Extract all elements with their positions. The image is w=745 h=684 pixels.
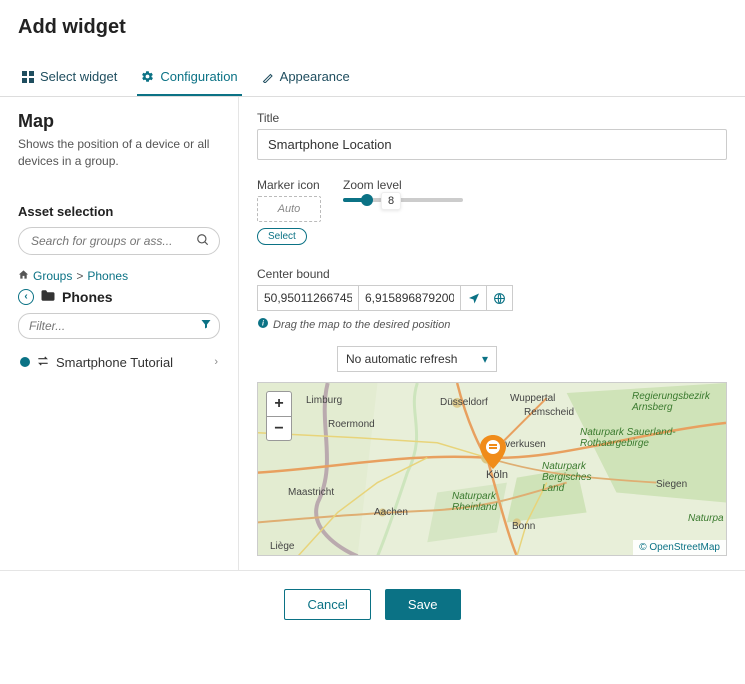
swap-icon <box>36 355 50 370</box>
tab-configuration[interactable]: Configuration <box>137 59 241 96</box>
widget-type-name: Map <box>18 111 220 132</box>
select-marker-button[interactable]: Select <box>257 228 307 245</box>
asset-selection-label: Asset selection <box>18 204 220 219</box>
breadcrumb-root[interactable]: Groups <box>33 269 72 283</box>
tab-label: Select widget <box>40 69 117 84</box>
brush-icon <box>262 71 274 83</box>
zoom-slider[interactable] <box>343 198 463 202</box>
center-bound-label: Center bound <box>257 267 727 281</box>
filter-icon[interactable] <box>200 318 212 333</box>
zoom-label: Zoom level <box>343 178 463 192</box>
map-marker-icon[interactable] <box>480 435 506 472</box>
breadcrumb-sep: > <box>76 269 83 283</box>
chevron-down-icon: ▾ <box>482 352 488 366</box>
lat-input[interactable] <box>257 285 359 311</box>
back-icon[interactable]: ‹ <box>18 289 34 305</box>
group-header[interactable]: ‹ Phones <box>18 289 220 305</box>
breadcrumb: Groups > Phones <box>18 269 220 283</box>
center-hint: Drag the map to the desired position <box>273 319 450 331</box>
chevron-right-icon: › <box>214 356 218 368</box>
tab-appearance[interactable]: Appearance <box>258 59 354 96</box>
map-zoom-control: + − <box>266 391 292 441</box>
zoom-out-button[interactable]: − <box>267 416 291 440</box>
map[interactable]: + − Limburg Roermond Düsseldorf Wupperta… <box>257 382 727 556</box>
globe-button[interactable] <box>487 285 513 311</box>
zoom-in-button[interactable]: + <box>267 392 291 416</box>
tab-select-widget[interactable]: Select widget <box>18 59 121 96</box>
list-item-label: Smartphone Tutorial <box>56 355 173 370</box>
breadcrumb-current[interactable]: Phones <box>87 269 128 283</box>
locate-button[interactable] <box>461 285 487 311</box>
marker-icon-preview: Auto <box>257 196 321 222</box>
radio-selected-icon <box>20 357 30 367</box>
refresh-select[interactable]: No automatic refresh ▾ <box>337 346 497 372</box>
map-attribution[interactable]: © OpenStreetMap <box>633 540 726 555</box>
cancel-button[interactable]: Cancel <box>284 589 370 620</box>
title-label: Title <box>257 111 727 125</box>
tab-label: Configuration <box>160 69 237 84</box>
lng-input[interactable] <box>359 285 461 311</box>
slider-thumb[interactable] <box>361 194 373 206</box>
info-icon: i <box>257 317 269 332</box>
folder-icon <box>40 289 56 305</box>
page-title: Add widget <box>18 16 727 39</box>
group-name: Phones <box>62 289 113 305</box>
widget-type-desc: Shows the position of a device or all de… <box>18 136 220 170</box>
title-input[interactable] <box>257 129 727 160</box>
gear-icon <box>141 70 154 83</box>
grid-icon <box>22 71 34 83</box>
filter-input[interactable] <box>18 313 220 339</box>
marker-icon-label: Marker icon <box>257 178 321 192</box>
tab-label: Appearance <box>280 69 350 84</box>
search-input[interactable] <box>18 227 220 255</box>
tab-bar: Select widget Configuration Appearance <box>0 59 745 97</box>
refresh-selected: No automatic refresh <box>346 352 457 366</box>
zoom-value: 8 <box>381 192 401 210</box>
search-icon[interactable] <box>196 233 210 250</box>
home-icon[interactable] <box>18 269 29 283</box>
list-item[interactable]: Smartphone Tutorial › <box>18 349 220 376</box>
save-button[interactable]: Save <box>385 589 461 620</box>
